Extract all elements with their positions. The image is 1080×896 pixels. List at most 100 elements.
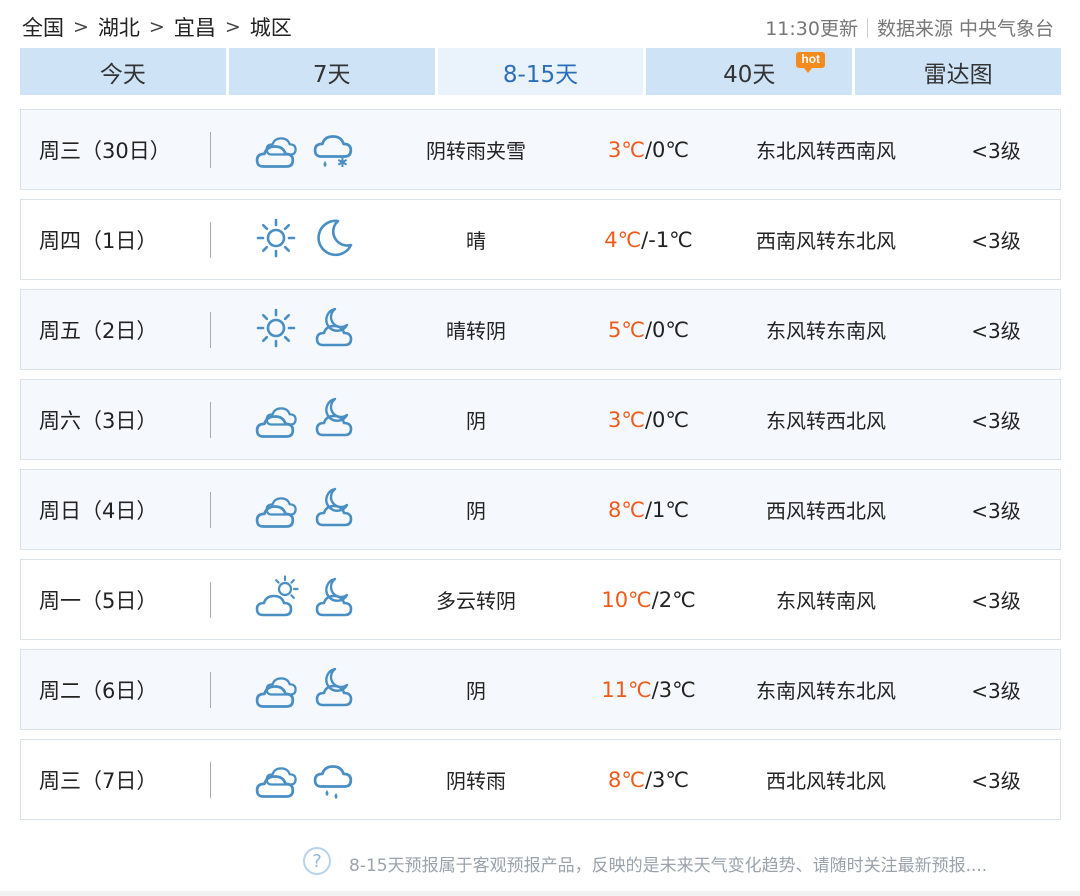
top-bar: 全国 > 湖北 > 宜昌 > 城区 11:30更新 数据来源 中央气象台 <box>0 0 1080 50</box>
hot-badge: hot <box>796 52 826 73</box>
forecast-row: 周日（4日） 阴 8℃/1℃ 西风转西北风 <3级 <box>20 469 1061 550</box>
weather-description: 阴 <box>466 679 486 703</box>
low-temperature: /3℃ <box>644 767 689 792</box>
breadcrumb-city[interactable]: 宜昌 <box>174 12 216 42</box>
weather-description: 阴 <box>466 409 486 433</box>
row-divider <box>210 762 211 798</box>
cloud-night-icon <box>311 305 357 355</box>
partly-cloudy-icon <box>253 574 299 625</box>
tab-8-15-days[interactable]: 8-15天 <box>437 48 644 95</box>
temperature: 3℃/0℃ <box>581 110 716 189</box>
svg-text:✱: ✱ <box>337 156 348 171</box>
bottom-divider <box>0 891 1080 896</box>
tab-40-days[interactable]: 40天 hot <box>646 48 853 95</box>
footer: ? 8-15天预报属于客观预报产品，反映的是未来天气变化趋势、请随时关注最新预报… <box>0 845 1080 879</box>
wind-level: <3级 <box>971 229 1021 253</box>
sun-icon <box>253 305 299 355</box>
high-temperature: 4℃ <box>604 227 642 252</box>
day-label: 周六（3日） <box>39 408 158 433</box>
update-meta: 11:30更新 数据来源 中央气象台 <box>765 14 1054 41</box>
day-label: 周三（7日） <box>39 768 158 793</box>
temperature: 10℃/2℃ <box>581 560 716 639</box>
day-label: 周四（1日） <box>39 228 158 253</box>
forecast-tabs: 今天 7天 8-15天 40天 hot 雷达图 <box>20 48 1061 95</box>
cloud-night-icon <box>311 575 357 625</box>
breadcrumb: 全国 > 湖北 > 宜昌 > 城区 <box>22 12 292 42</box>
weather-description: 晴 <box>466 229 486 253</box>
weather-description: 多云转阴 <box>436 589 516 613</box>
help-icon[interactable]: ? <box>302 846 332 876</box>
sun-icon <box>253 215 299 265</box>
breadcrumb-separator: > <box>224 16 241 38</box>
row-divider <box>210 492 211 528</box>
cloudy-icon <box>253 755 299 805</box>
breadcrumb-province[interactable]: 湖北 <box>98 12 140 42</box>
forecast-row: 周五（2日） 晴转阴 5℃/0℃ 东风转东南风 <3级 <box>20 289 1061 370</box>
data-source: 数据来源 中央气象台 <box>876 18 1054 40</box>
wind-level: <3级 <box>971 139 1021 163</box>
row-divider <box>210 222 211 258</box>
day-label: 周二（6日） <box>39 678 158 703</box>
low-temperature: /-1℃ <box>641 227 693 252</box>
wind-direction: 西风转西北风 <box>766 499 886 523</box>
tab-7-days[interactable]: 7天 <box>228 48 435 95</box>
footer-note: 8-15天预报属于客观预报产品，反映的是未来天气变化趋势、请随时关注最新预报..… <box>349 856 988 876</box>
temperature: 8℃/3℃ <box>581 740 716 819</box>
cloudy-icon <box>253 395 299 445</box>
forecast-row: 周三（30日） ✱ 阴转雨夹雪 3℃/0℃ 东北风转西南风 <3级 <box>20 109 1061 190</box>
temperature: 8℃/1℃ <box>581 470 716 549</box>
low-temperature: /3℃ <box>651 677 696 702</box>
breadcrumb-separator: > <box>148 16 165 38</box>
tab-label: 今天 <box>99 61 146 88</box>
temperature: 3℃/0℃ <box>581 380 716 459</box>
cloudy-icon <box>253 485 299 535</box>
wind-level: <3级 <box>971 769 1021 793</box>
wind-direction: 东北风转西南风 <box>756 139 896 163</box>
temperature: 5℃/0℃ <box>581 290 716 369</box>
low-temperature: /0℃ <box>644 137 689 162</box>
cloud-night-icon <box>311 485 357 535</box>
weather-icons <box>253 650 357 729</box>
wind-direction: 东南风转东北风 <box>756 679 896 703</box>
weather-description: 阴转雨夹雪 <box>426 139 526 163</box>
temperature: 4℃/-1℃ <box>581 200 716 279</box>
breadcrumb-country[interactable]: 全国 <box>22 12 64 42</box>
day-label: 周三（30日） <box>39 138 171 163</box>
meta-divider <box>866 17 868 38</box>
forecast-row: 周四（1日） 晴 4℃/-1℃ 西南风转东北风 <3级 <box>20 199 1061 280</box>
wind-direction: 西南风转东北风 <box>756 229 896 253</box>
low-temperature: /0℃ <box>644 317 689 342</box>
high-temperature: 3℃ <box>608 137 645 162</box>
wind-level: <3级 <box>971 409 1021 433</box>
tab-today[interactable]: 今天 <box>20 48 226 95</box>
row-divider <box>210 132 211 168</box>
forecast-list: 周三（30日） ✱ 阴转雨夹雪 3℃/0℃ 东北风转西南风 <3级 周四（1日）… <box>20 109 1061 829</box>
forecast-row: 周三（7日） 阴转雨 8℃/3℃ 西北风转北风 <3级 <box>20 739 1061 820</box>
high-temperature: 3℃ <box>608 407 645 432</box>
high-temperature: 11℃ <box>601 677 652 702</box>
day-label: 周一（5日） <box>39 588 158 613</box>
weather-description: 阴 <box>466 499 486 523</box>
high-temperature: 10℃ <box>601 587 652 612</box>
day-label: 周日（4日） <box>39 498 158 523</box>
weather-description: 晴转阴 <box>446 319 506 343</box>
forecast-row: 周一（5日） 多云转阴 10℃/2℃ 东风转南风 <3级 <box>20 559 1061 640</box>
weather-icons <box>253 740 357 819</box>
tab-label: 7天 <box>312 61 351 88</box>
forecast-row: 周六（3日） 阴 3℃/0℃ 东风转西北风 <3级 <box>20 379 1061 460</box>
wind-level: <3级 <box>971 499 1021 523</box>
weather-icons: ✱ <box>253 110 357 189</box>
cloudy-icon <box>253 125 299 175</box>
tab-label: 40天 <box>723 61 776 88</box>
breadcrumb-district[interactable]: 城区 <box>250 12 292 42</box>
row-divider <box>210 312 211 348</box>
wind-direction: 东风转南风 <box>776 589 876 613</box>
row-divider <box>210 672 211 708</box>
wind-level: <3级 <box>971 319 1021 343</box>
tab-label: 8-15天 <box>502 61 579 88</box>
row-divider <box>210 582 211 618</box>
temperature: 11℃/3℃ <box>581 650 716 729</box>
row-divider <box>210 402 211 438</box>
tab-radar[interactable]: 雷达图 <box>855 48 1061 95</box>
svg-text:?: ? <box>312 851 322 872</box>
